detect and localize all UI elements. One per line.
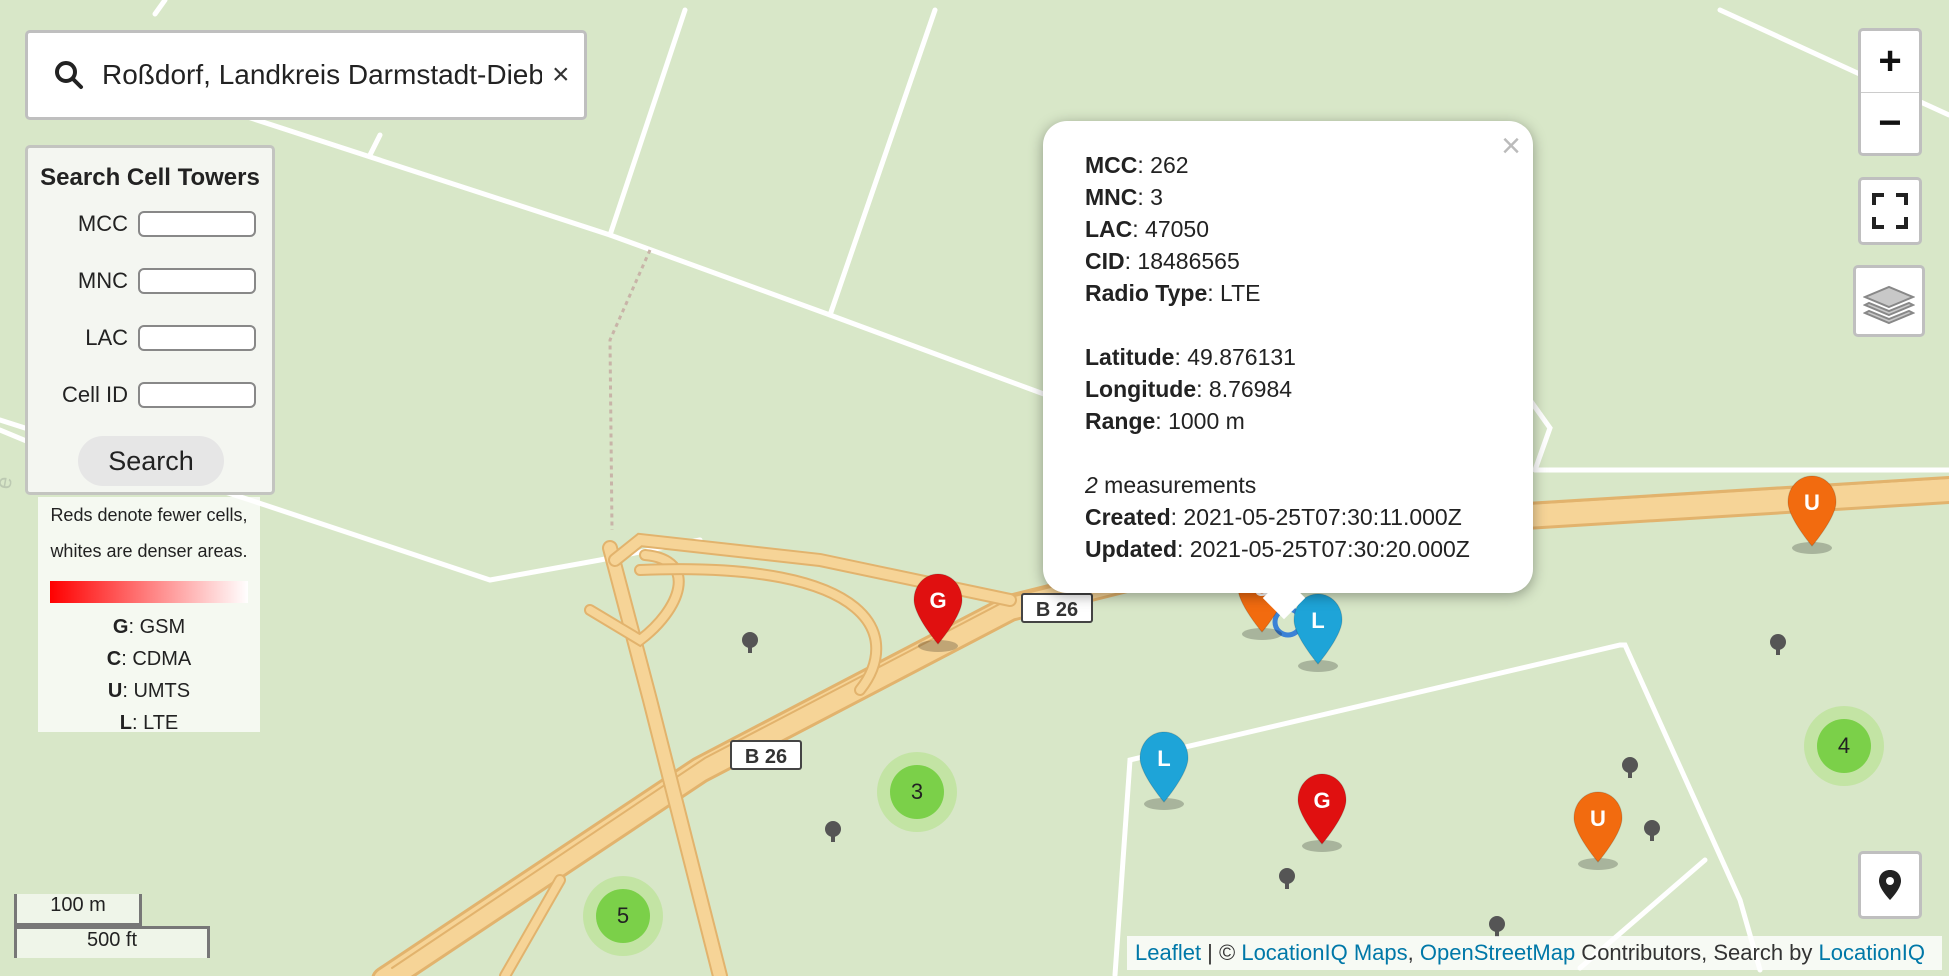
svg-text:G: G [1313,788,1330,813]
attribution-text: , [1407,940,1420,965]
osm-link[interactable]: OpenStreetMap [1420,940,1575,965]
cell-id-input[interactable] [138,382,256,408]
form-row-cell-id: Cell ID [28,382,278,408]
mcc-label: MCC [77,211,128,236]
fullscreen-button[interactable] [1858,177,1922,245]
locate-button[interactable] [1858,851,1922,919]
legend-key-lte: L: LTE [119,712,179,734]
popup-content: MCC: 262 MNC: 3 LAC: 47050 CID: 18486565… [1085,149,1470,565]
mcc-input[interactable] [138,211,256,237]
svg-text:U: U [1590,806,1606,831]
lac-input[interactable] [138,325,256,351]
cell-info-popup: × MCC: 262 MNC: 3 LAC: 47050 CID: 184865… [1043,121,1533,620]
legend-note: whites are denser areas. [50,541,248,561]
cluster-marker[interactable]: 3 [877,752,957,832]
map-attribution: Leaflet | © LocationIQ Maps, OpenStreetM… [1127,936,1942,970]
clear-search-button[interactable]: × [552,58,570,92]
search-icon[interactable] [38,44,100,106]
scale-control: 100 m [14,894,142,926]
attribution-text: Contributors, Search by [1575,940,1819,965]
cell-marker-l[interactable]: L [1292,592,1344,679]
svg-text:G: G [929,588,946,613]
popup-field-range: Range: 1000 m [1085,408,1245,434]
form-row-lac: LAC [28,325,278,351]
scale-metric: 100 m [14,894,142,926]
scale-control: 500 ft [14,926,210,958]
mnc-input[interactable] [138,268,256,294]
leaflet-link[interactable]: Leaflet [1135,940,1201,965]
layers-icon [1863,285,1915,325]
svg-text:L: L [1311,608,1324,633]
density-gradient-bar [50,581,248,603]
cluster-count: 3 [890,765,944,819]
cell-marker-u[interactable]: U [1572,790,1624,877]
lac-label: LAC [85,325,128,350]
legend-key-gsm: G: GSM [112,616,186,638]
popup-field-lac: LAC: 47050 [1085,216,1210,242]
cell-id-label: Cell ID [61,382,128,407]
zoom-in-button[interactable]: + [1861,31,1919,93]
popup-field-created: Created: 2021-05-25T07:30:11.000Z [1085,504,1462,530]
attribution-text: | © [1201,940,1242,965]
search-button[interactable]: Search [78,436,224,486]
fullscreen-icon [1872,193,1908,229]
locationiq-maps-link[interactable]: LocationIQ Maps [1241,940,1407,965]
popup-field-latitude: Latitude: 49.876131 [1085,344,1296,370]
map-base: Schlo e [0,0,1949,976]
cell-marker-u[interactable]: U [1786,474,1838,561]
popup-field-cid: CID: 18486565 [1085,248,1240,274]
popup-field-mnc: MNC: 3 [1085,184,1163,210]
location-search-bar: × [25,30,587,120]
cell-tower-search-panel: Search Cell Towers MCC MNC LAC Cell ID S… [25,145,275,495]
popup-measurements: 2 measurements [1085,472,1257,498]
panel-title: Search Cell Towers [40,164,260,191]
cluster-count: 5 [596,889,650,943]
form-row-mcc: MCC [28,211,278,237]
cell-marker-g[interactable]: G [912,572,964,659]
map-legend: Reds denote fewer cells, whites are dens… [38,497,260,734]
popup-close-button[interactable]: × [1501,127,1521,166]
cell-marker-g[interactable]: G [1296,772,1348,859]
svg-text:L: L [1157,746,1170,771]
mnc-label: MNC [77,268,128,293]
layers-button[interactable] [1853,265,1925,337]
legend-key-umts: U: UMTS [107,680,191,702]
svg-text:U: U [1804,490,1820,515]
cluster-marker[interactable]: 4 [1804,706,1884,786]
popup-field-updated: Updated: 2021-05-25T07:30:20.000Z [1085,536,1470,562]
map-canvas[interactable]: Schlo e B 26 B 26 3 5 4 GULULGU [0,0,1949,976]
cell-marker-l[interactable]: L [1138,730,1190,817]
popup-field-radio-type: Radio Type: LTE [1085,280,1261,306]
locationiq-link[interactable]: LocationIQ [1819,940,1925,965]
road-label-b26: B 26 [730,740,802,770]
zoom-out-button[interactable]: − [1861,93,1919,154]
scale-imperial: 500 ft [14,926,210,958]
location-search-input[interactable] [100,58,544,92]
popup-field-longitude: Longitude: 8.76984 [1085,376,1293,402]
map-pin-icon [1879,870,1901,900]
cluster-count: 4 [1817,719,1871,773]
legend-key-cdma: C: CDMA [106,648,192,670]
legend-note: Reds denote fewer cells, [50,505,248,525]
cluster-marker[interactable]: 5 [583,876,663,956]
zoom-control: + − [1858,28,1922,156]
road-label-b26: B 26 [1021,593,1093,623]
form-row-mnc: MNC [28,268,278,294]
popup-field-mcc: MCC: 262 [1085,152,1189,178]
